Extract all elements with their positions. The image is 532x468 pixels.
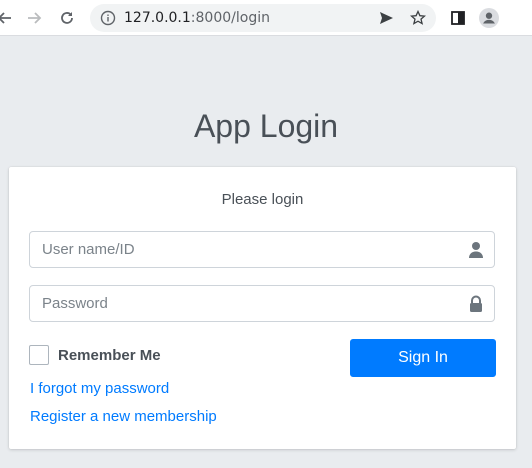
browser-toolbar: 127.0.0.1:8000/login [0, 0, 532, 36]
register-link[interactable]: Register a new membership [30, 408, 217, 425]
lock-icon [468, 295, 484, 313]
forgot-password-link[interactable]: I forgot my password [30, 380, 169, 397]
star-icon[interactable] [408, 8, 428, 28]
login-card: Please login Remember Me Sign In I forgo… [9, 167, 516, 449]
remember-label[interactable]: Remember Me [58, 347, 161, 364]
profile-avatar-icon[interactable] [479, 8, 499, 28]
sign-in-button[interactable]: Sign In [350, 339, 496, 377]
username-input[interactable] [30, 232, 450, 267]
page-title: App Login [193, 108, 339, 144]
side-panel-icon[interactable] [448, 8, 468, 28]
url-path: :8000/login [190, 10, 270, 26]
reload-icon[interactable] [57, 8, 77, 28]
username-field-group [29, 231, 495, 268]
user-icon [468, 241, 484, 259]
remember-me: Remember Me [29, 345, 161, 365]
password-input[interactable] [30, 286, 450, 321]
url-text: 127.0.0.1:8000/login [124, 10, 270, 26]
send-icon[interactable] [376, 8, 396, 28]
password-field-group [29, 285, 495, 322]
back-arrow-icon[interactable] [0, 8, 14, 28]
url-host: 127.0.0.1 [124, 10, 191, 26]
login-box-message: Please login [221, 191, 304, 208]
forward-arrow-icon[interactable] [25, 8, 45, 28]
remember-checkbox[interactable] [29, 345, 49, 365]
info-icon[interactable] [100, 10, 116, 26]
